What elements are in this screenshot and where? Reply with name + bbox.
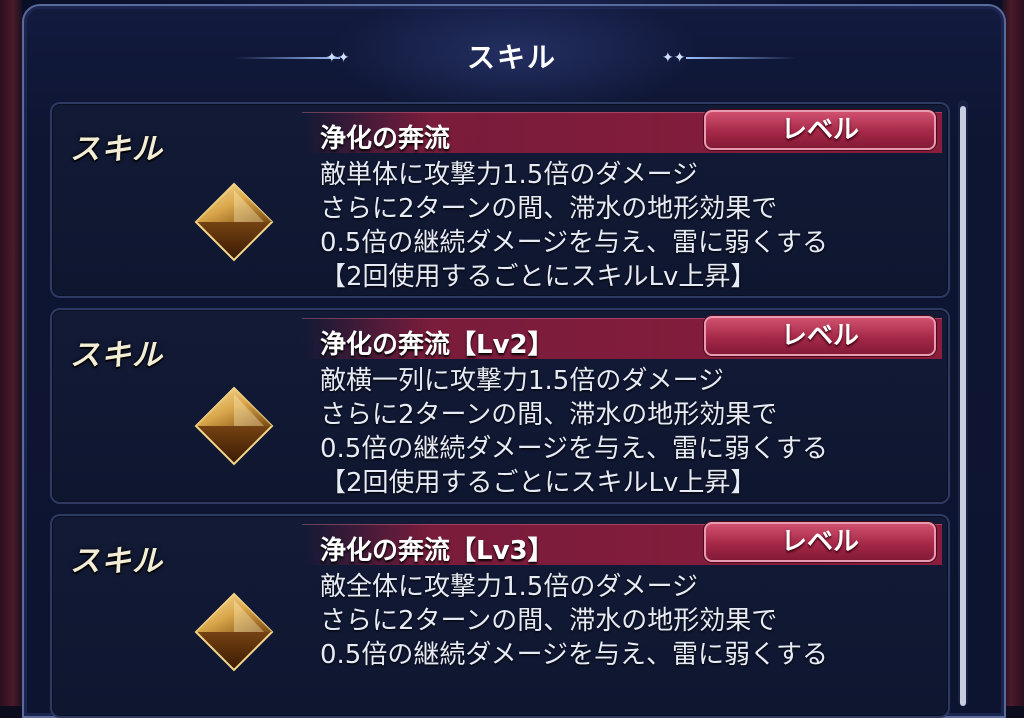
- description-line: 敵単体に攻撃力1.5倍のダメージ: [320, 160, 699, 190]
- skill-card-1: スキル 浄化の奔流 レベル 敵単体に攻撃力1.5倍のダメージ さらに2ターンの間…: [50, 102, 950, 298]
- skill-card-label: スキル: [70, 544, 163, 579]
- skill-description: 敵全体に攻撃力1.5倍のダメージ さらに2ターンの間、滞水の地形効果で 0.5倍…: [320, 570, 828, 672]
- skill-card-2: スキル 浄化の奔流【Lv2】 レベル 敵横一列に攻撃力1.5倍のダメージ さらに…: [50, 308, 950, 504]
- skill-name: 浄化の奔流【Lv3】: [320, 536, 554, 566]
- description-line: 【2回使用するごとにスキルLv上昇】: [320, 468, 757, 498]
- description-line: さらに2ターンの間、滞水の地形効果で: [320, 606, 778, 636]
- gold-gem-icon: [194, 592, 274, 672]
- scrollbar[interactable]: [958, 100, 968, 706]
- description-line: 【2回使用するごとにスキルLv上昇】: [320, 262, 757, 292]
- gold-gem-icon: [194, 182, 274, 262]
- title-right-line: [686, 57, 796, 59]
- skill-card-label: スキル: [70, 132, 163, 167]
- description-line: 敵全体に攻撃力1.5倍のダメージ: [320, 572, 699, 602]
- level-button[interactable]: レベル: [704, 316, 936, 356]
- skill-card-label: スキル: [70, 338, 163, 373]
- title-right-sparkle-icon: ✦✦: [662, 50, 686, 66]
- skill-name: 浄化の奔流: [320, 124, 451, 154]
- description-line: さらに2ターンの間、滞水の地形効果で: [320, 400, 778, 430]
- gold-gem-icon: [194, 386, 274, 466]
- description-line: 敵横一列に攻撃力1.5倍のダメージ: [320, 366, 725, 396]
- screen-background: ✦✦ スキル ✦✦ スキル 浄化の奔流 レベル 敵単体に攻撃力1.5倍のダメージ: [0, 0, 1024, 718]
- left-frame-border: [0, 0, 22, 706]
- skill-card-3: スキル 浄化の奔流【Lv3】 レベル 敵全体に攻撃力1.5倍のダメージ さらに2…: [50, 514, 950, 718]
- description-line: さらに2ターンの間、滞水の地形効果で: [320, 194, 778, 224]
- level-button[interactable]: レベル: [704, 110, 936, 150]
- description-line: 0.5倍の継続ダメージを与え、雷に弱くする: [320, 434, 829, 464]
- skill-description: 敵横一列に攻撃力1.5倍のダメージ さらに2ターンの間、滞水の地形効果で 0.5…: [320, 364, 828, 500]
- description-line: 0.5倍の継続ダメージを与え、雷に弱くする: [320, 640, 829, 670]
- level-button[interactable]: レベル: [704, 522, 936, 562]
- skill-name: 浄化の奔流【Lv2】: [320, 330, 554, 360]
- description-line: 0.5倍の継続ダメージを与え、雷に弱くする: [320, 228, 829, 258]
- panel-title: スキル: [466, 41, 557, 74]
- scrollbar-thumb[interactable]: [960, 106, 966, 706]
- skill-description: 敵単体に攻撃力1.5倍のダメージ さらに2ターンの間、滞水の地形効果で 0.5倍…: [320, 158, 828, 294]
